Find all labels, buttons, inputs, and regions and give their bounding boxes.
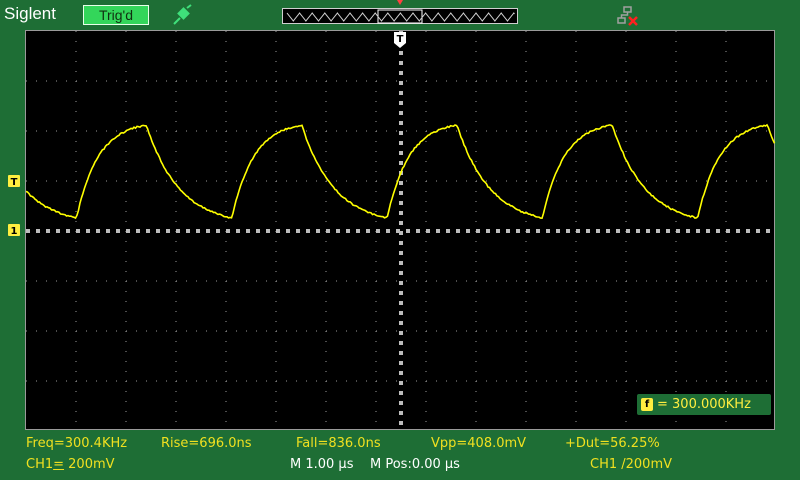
channel-1-scale: 200mV [64, 457, 115, 472]
trigger-setting[interactable]: CH1 /200mV [590, 457, 672, 472]
trigger-level-marker-icon: T [8, 175, 20, 187]
svg-text:T: T [11, 177, 18, 187]
measurement-duty-cycle: +Dut=56.25% [565, 436, 660, 451]
memory-waveform-line [287, 13, 515, 21]
frequency-counter-readout: f = 300.000KHz [637, 394, 771, 415]
memory-waveform-preview [283, 9, 519, 25]
memory-position-setting[interactable]: M Pos:0.00 µs [370, 457, 460, 472]
measurement-fall-time: Fall=836.0ns [296, 436, 381, 451]
network-disconnected-icon [616, 6, 640, 28]
memory-position-bar [282, 8, 518, 24]
measurement-rise-time: Rise=696.0ns [161, 436, 252, 451]
waveform-display[interactable] [25, 30, 775, 430]
channel-1-coupling: = [53, 457, 64, 472]
channel-1-trace [26, 31, 776, 431]
measurement-frequency: Freq=300.4KHz [26, 436, 127, 451]
channel-1-reference-marker-icon[interactable]: 1 [8, 224, 20, 236]
svg-text:1: 1 [11, 226, 18, 236]
channel-1-label: CH1 [26, 457, 53, 472]
svg-text:T: T [397, 34, 404, 45]
trigger-status-badge: Trig'd [83, 5, 149, 25]
ch1-waveform [26, 125, 775, 218]
brand-label: Siglent [4, 4, 56, 24]
timebase-setting[interactable]: M 1.00 µs [290, 457, 353, 472]
trigger-time-marker-icon: T [393, 31, 407, 49]
trigger-position-marker [395, 0, 405, 8]
measurement-vpp: Vpp=408.0mV [431, 436, 526, 451]
probe-icon[interactable] [170, 4, 194, 26]
frequency-counter-icon: f [641, 398, 653, 411]
channel-1-settings[interactable]: CH1= 200mV [26, 457, 115, 472]
frequency-counter-value: = 300.000KHz [657, 394, 751, 415]
